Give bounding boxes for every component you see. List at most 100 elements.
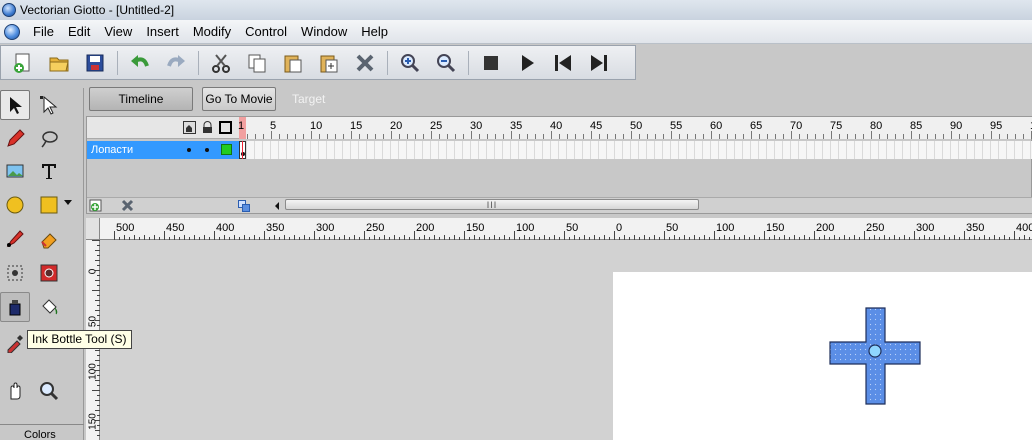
timeline-panel: 1510152025303540455055606570758085909510… [86, 116, 1032, 214]
frame-number: 95 [990, 120, 1003, 132]
ruler-label: 100 [716, 222, 735, 234]
timeline-scrollbar[interactable]: III [285, 199, 699, 210]
ruler-label: 50 [666, 222, 679, 234]
ruler-label: 0 [87, 268, 99, 275]
tool-options-dropdown-icon[interactable] [62, 196, 74, 210]
copy-icon[interactable] [242, 48, 272, 78]
frame-number: 55 [670, 120, 683, 132]
rewind-icon[interactable] [548, 48, 578, 78]
layer-row[interactable]: Лопасти [87, 141, 1032, 159]
edit-multiple-frames-icon[interactable] [238, 200, 250, 215]
frame-number: 60 [710, 120, 723, 132]
step-forward-icon[interactable] [584, 48, 614, 78]
zoom-tool-icon[interactable] [34, 376, 64, 406]
image-tool-icon[interactable] [0, 156, 30, 186]
tools-panel: Colors [0, 88, 84, 440]
layer-lock-dot[interactable] [205, 148, 209, 152]
frame-number: 75 [830, 120, 843, 132]
zoom-in-icon[interactable] [395, 48, 425, 78]
stage-area: 500 450 400 350 300 250 200 150 100 50 0 50 100 150 20… [86, 218, 1032, 440]
menu-file[interactable]: File [26, 20, 61, 44]
frame-number: 35 [510, 120, 523, 132]
ruler-label: 0 [616, 222, 623, 234]
undo-icon[interactable] [125, 48, 155, 78]
toolbar-separator [468, 50, 469, 75]
layer-frames[interactable] [239, 141, 1032, 159]
frame-ruler[interactable]: 1510152025303540455055606570758085909510 [238, 117, 1032, 139]
transform-tool-icon[interactable] [0, 258, 30, 288]
frame-number: 65 [750, 120, 763, 132]
ruler-label: 400 [216, 222, 235, 234]
main-toolbar [0, 45, 636, 80]
canvas-layer [829, 307, 921, 405]
eraser-tool-icon[interactable] [34, 224, 64, 254]
delete-layer-icon[interactable] [121, 199, 134, 215]
new-document-icon[interactable] [8, 48, 38, 78]
ruler-corner [86, 218, 100, 240]
oval-tool-icon[interactable] [0, 190, 30, 220]
ruler-label: 450 [166, 222, 185, 234]
ruler-label: 100 [516, 222, 535, 234]
paint-bucket-tool-icon[interactable] [34, 292, 64, 322]
save-icon[interactable] [80, 48, 110, 78]
app-logo-icon [2, 3, 16, 17]
ruler-label: 200 [816, 222, 835, 234]
menu-window[interactable]: Window [294, 20, 354, 44]
fill-transform-tool-icon[interactable] [34, 258, 64, 288]
layer-visible-dot[interactable] [187, 148, 191, 152]
ruler-label: 100 [87, 363, 99, 380]
pencil-tool-icon[interactable] [0, 124, 30, 154]
menu-view[interactable]: View [97, 20, 139, 44]
ruler-label: 400 [1016, 222, 1032, 234]
layer-color-swatch[interactable] [221, 144, 232, 155]
stage-canvas[interactable] [613, 272, 1032, 440]
text-tool-icon[interactable] [34, 156, 64, 186]
toolbar-separator [198, 50, 199, 75]
open-folder-icon[interactable] [44, 48, 74, 78]
subselect-tool-icon[interactable] [34, 90, 64, 120]
timeline-button[interactable]: Timeline [89, 87, 193, 111]
app-menu-icon[interactable] [4, 23, 20, 40]
menu-control[interactable]: Control [238, 20, 294, 44]
frame-number: 10 [310, 120, 323, 132]
show-hide-layers-icon[interactable] [183, 121, 196, 137]
colors-divider [0, 424, 84, 425]
zoom-out-icon[interactable] [431, 48, 461, 78]
lasso-tool-icon[interactable] [34, 124, 64, 154]
layer-name[interactable]: Лопасти [87, 141, 239, 159]
frame-number: 40 [550, 120, 563, 132]
timeline-header: 1510152025303540455055606570758085909510 [87, 117, 1032, 139]
cut-icon[interactable] [206, 48, 236, 78]
toolbar-separator [117, 50, 118, 75]
arrow-tool-icon[interactable] [0, 90, 30, 120]
outline-layers-icon[interactable] [219, 121, 232, 137]
lock-layers-icon[interactable] [201, 121, 214, 137]
menu-modify[interactable]: Modify [186, 20, 238, 44]
stop-icon[interactable] [476, 48, 506, 78]
brush-tool-icon[interactable] [0, 224, 30, 254]
menu-insert[interactable]: Insert [139, 20, 186, 44]
menu-edit[interactable]: Edit [61, 20, 97, 44]
frame-number: 85 [910, 120, 923, 132]
ink-bottle-tool-icon[interactable] [0, 292, 30, 322]
delete-icon[interactable] [350, 48, 380, 78]
eyedropper-tool-icon[interactable] [0, 328, 30, 358]
frame-number: 25 [430, 120, 443, 132]
play-icon[interactable] [512, 48, 542, 78]
timeline-bar: Timeline Go To Movie Target [86, 84, 1032, 114]
redo-icon[interactable] [161, 48, 191, 78]
ruler-label: 350 [266, 222, 285, 234]
scroll-left-icon[interactable] [273, 200, 281, 214]
paste-in-place-icon[interactable] [314, 48, 344, 78]
go-to-movie-button[interactable]: Go To Movie [202, 87, 276, 111]
rotation-center-handle[interactable] [868, 344, 882, 358]
hand-tool-icon[interactable] [0, 376, 30, 406]
add-layer-icon[interactable] [89, 199, 103, 215]
ruler-label: 250 [366, 222, 385, 234]
rectangle-tool-icon[interactable] [34, 190, 64, 220]
frame-number: 90 [950, 120, 963, 132]
paste-icon[interactable] [278, 48, 308, 78]
menu-help[interactable]: Help [354, 20, 395, 44]
ruler-label: 150 [87, 413, 99, 430]
ruler-label: 150 [466, 222, 485, 234]
